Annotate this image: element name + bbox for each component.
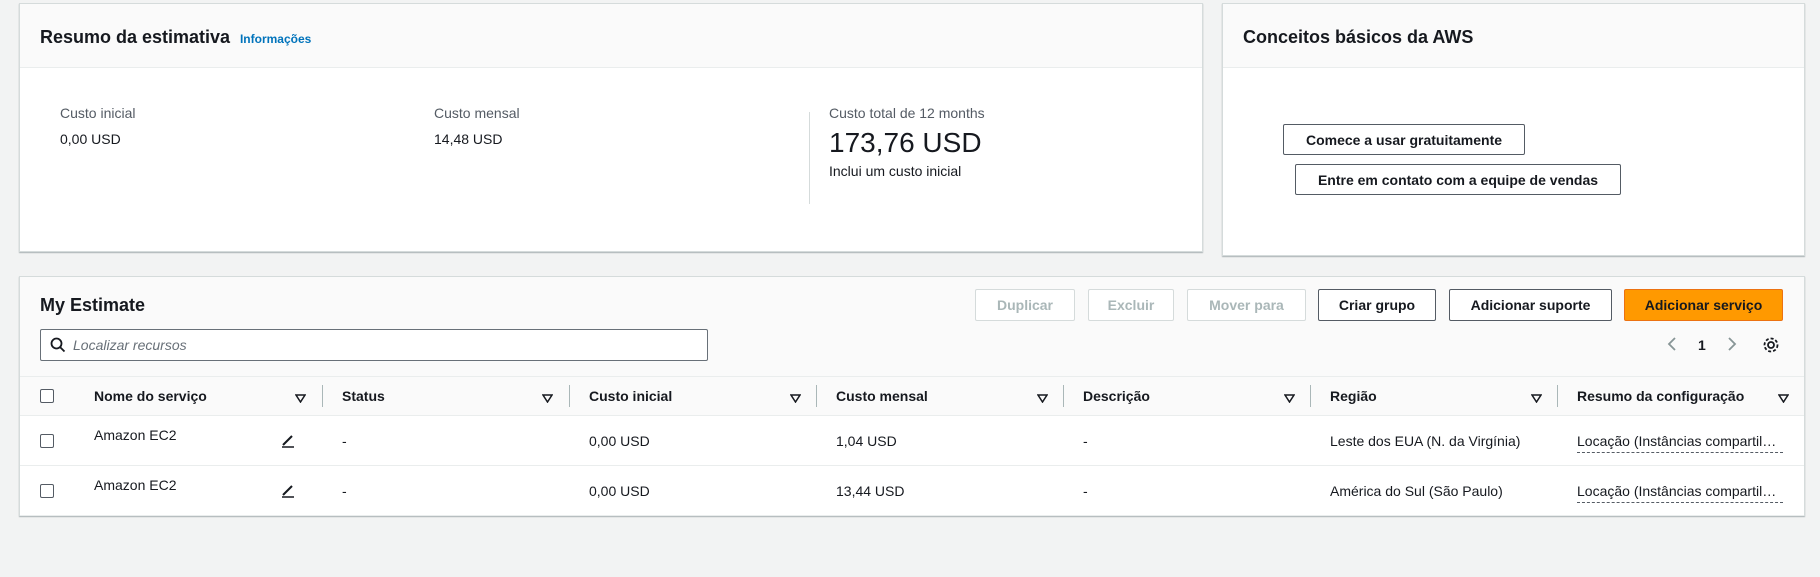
add-support-button[interactable]: Adicionar suporte [1449, 289, 1612, 321]
upfront-cost-cell: 0,00 USD [589, 483, 650, 499]
row-checkbox[interactable] [40, 434, 54, 448]
search-input[interactable]: Localizar recursos [40, 329, 708, 361]
column-resizer[interactable] [322, 385, 323, 407]
column-header-upfront[interactable]: Custo inicial [589, 388, 672, 404]
table-row[interactable]: Amazon EC2 - 0,00 USD 1,04 USD - Leste d… [20, 416, 1804, 466]
column-resizer[interactable] [569, 385, 570, 407]
monthly-cost-cell: 13,44 USD [836, 483, 905, 499]
column-header-status[interactable]: Status [342, 388, 385, 404]
summary-divider [809, 112, 810, 204]
edit-pencil-icon[interactable] [280, 432, 296, 451]
config-summary-cell[interactable]: Locação (Instâncias compartilhadas) [1577, 483, 1783, 503]
column-resizer[interactable] [816, 385, 817, 407]
column-header-monthly[interactable]: Custo mensal [836, 388, 928, 404]
total-cost: Custo total de 12 months 173,76 USD Incl… [829, 105, 985, 179]
total-cost-value: 173,76 USD [829, 127, 982, 158]
move-to-button[interactable]: Mover para [1187, 289, 1306, 321]
delete-button[interactable]: Excluir [1088, 289, 1174, 321]
table-row[interactable]: Amazon EC2 - 0,00 USD 13,44 USD - Améric… [20, 466, 1804, 516]
upfront-cost-value: 0,00 USD [60, 131, 121, 147]
column-resizer[interactable] [1063, 385, 1064, 407]
search-icon [50, 337, 66, 356]
config-summary-cell[interactable]: Locação (Instâncias compartilhadas) [1577, 433, 1783, 453]
aws-basics-header: Conceitos básicos da AWS [1223, 4, 1804, 68]
description-cell: - [1083, 483, 1088, 499]
table-header: Nome do serviço Status Custo inicial Cus… [20, 376, 1804, 416]
sort-upfront-icon[interactable] [789, 390, 802, 406]
info-link[interactable]: Informações [240, 32, 311, 46]
settings-gear-icon[interactable] [1762, 336, 1780, 357]
contact-sales-button[interactable]: Entre em contato com a equipe de vendas [1295, 164, 1621, 195]
region-cell: Leste dos EUA (N. da Virgínia) [1330, 433, 1521, 449]
sort-service-icon[interactable] [294, 390, 307, 406]
search-placeholder: Localizar recursos [73, 337, 187, 353]
upfront-cost-cell: 0,00 USD [589, 433, 650, 449]
my-estimate-title: My Estimate [40, 295, 146, 315]
column-header-config[interactable]: Resumo da configuração [1577, 388, 1744, 404]
service-name: Amazon EC2 [94, 477, 177, 493]
sort-description-icon[interactable] [1283, 390, 1296, 406]
next-page-icon[interactable] [1725, 336, 1739, 355]
status-cell: - [342, 483, 347, 499]
sort-monthly-icon[interactable] [1036, 390, 1049, 406]
duplicate-button[interactable]: Duplicar [975, 289, 1075, 321]
description-cell: - [1083, 433, 1088, 449]
status-cell: - [342, 433, 347, 449]
aws-basics-panel: Conceitos básicos da AWS Comece a usar g… [1222, 3, 1805, 256]
upfront-cost-label: Custo inicial [60, 105, 136, 121]
monthly-cost-cell: 1,04 USD [836, 433, 897, 449]
column-header-description[interactable]: Descrição [1083, 388, 1150, 404]
my-estimate-panel: My Estimate Duplicar Excluir Mover para … [19, 276, 1805, 516]
column-resizer[interactable] [1557, 385, 1558, 407]
column-resizer[interactable] [1310, 385, 1311, 407]
sort-region-icon[interactable] [1530, 390, 1543, 406]
monthly-cost: Custo mensal 14,48 USD [434, 105, 520, 147]
service-name: Amazon EC2 [94, 427, 177, 443]
start-free-button[interactable]: Comece a usar gratuitamente [1283, 124, 1525, 155]
current-page-number[interactable]: 1 [1698, 337, 1706, 353]
column-header-service[interactable]: Nome do serviço [94, 388, 207, 404]
sort-config-icon[interactable] [1777, 390, 1790, 406]
total-cost-label: Custo total de 12 months [829, 105, 985, 121]
add-service-button[interactable]: Adicionar serviço [1624, 289, 1783, 321]
total-cost-note: Inclui um custo inicial [829, 163, 962, 179]
estimate-summary-panel: Resumo da estimativa Informações Custo i… [19, 3, 1203, 252]
monthly-cost-value: 14,48 USD [434, 131, 503, 147]
create-group-button[interactable]: Criar grupo [1318, 289, 1436, 321]
row-checkbox[interactable] [40, 484, 54, 498]
aws-basics-title: Conceitos básicos da AWS [1243, 27, 1474, 47]
column-header-region[interactable]: Região [1330, 388, 1377, 404]
estimate-summary-title: Resumo da estimativa [40, 27, 231, 47]
edit-pencil-icon[interactable] [280, 482, 296, 501]
select-all-checkbox[interactable] [40, 389, 54, 403]
region-cell: América do Sul (São Paulo) [1330, 483, 1503, 499]
previous-page-icon[interactable] [1665, 336, 1679, 355]
upfront-cost: Custo inicial 0,00 USD [60, 105, 135, 147]
sort-status-icon[interactable] [541, 390, 554, 406]
monthly-cost-label: Custo mensal [434, 105, 520, 121]
estimate-summary-header: Resumo da estimativa Informações [20, 4, 1202, 68]
